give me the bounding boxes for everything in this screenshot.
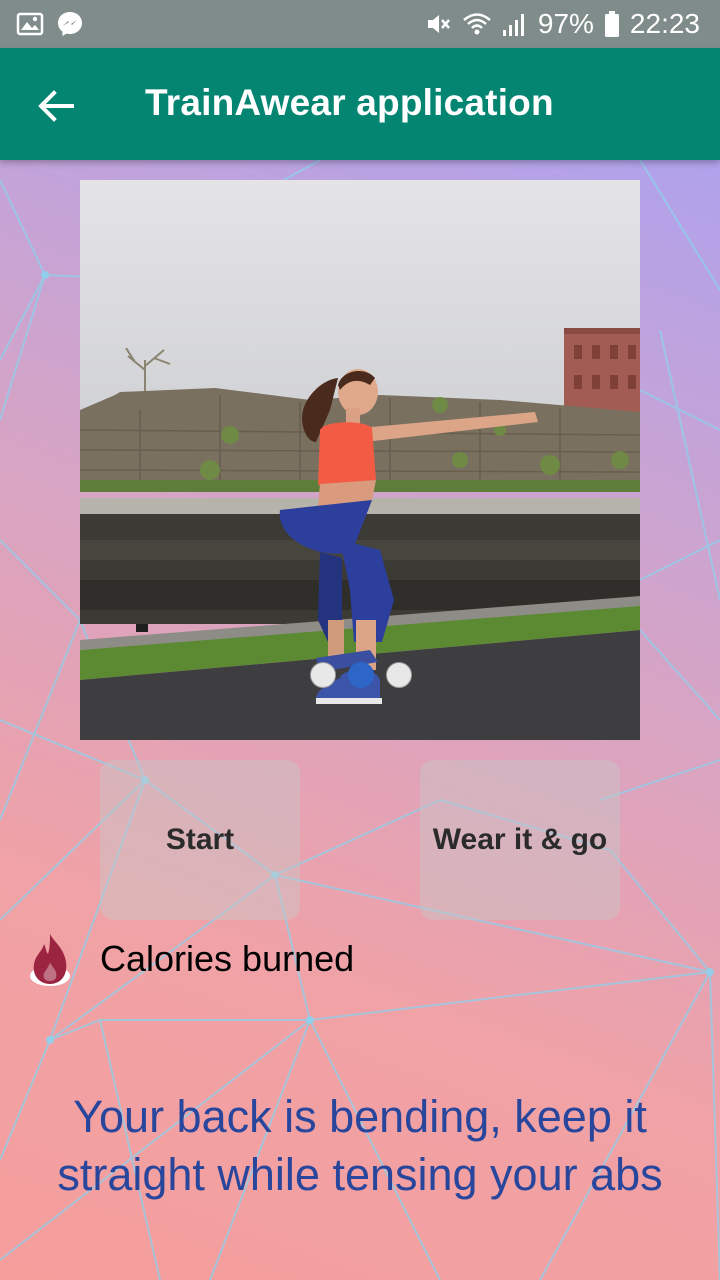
- clock: 22:23: [629, 8, 700, 39]
- signal-icon: [500, 10, 528, 38]
- calories-burned-label: Calories burned: [100, 938, 355, 979]
- start-button[interactable]: Start: [100, 760, 300, 920]
- exercise-photo: [80, 180, 640, 740]
- image-carousel-indicator: [310, 662, 412, 688]
- battery-icon: [604, 10, 620, 38]
- app-title: TrainAwear application: [145, 82, 554, 123]
- carousel-dot[interactable]: [386, 662, 412, 688]
- back-arrow-icon[interactable]: [34, 84, 78, 128]
- posture-feedback-text: Your back is bending, keep it straight w…: [57, 1091, 663, 1200]
- status-bar: 97% 22:23: [0, 0, 720, 48]
- battery-percent: 97%: [537, 8, 594, 39]
- messenger-icon: [56, 10, 84, 38]
- mute-icon: [424, 10, 452, 38]
- carousel-dot[interactable]: [310, 662, 336, 688]
- wear-it-and-go-button[interactable]: Wear it & go: [420, 760, 620, 920]
- app-bar: TrainAwear application: [0, 48, 720, 160]
- gallery-icon: [16, 10, 44, 38]
- flame-icon: [28, 932, 72, 988]
- carousel-dot-active[interactable]: [348, 662, 374, 688]
- wifi-icon: [462, 10, 491, 38]
